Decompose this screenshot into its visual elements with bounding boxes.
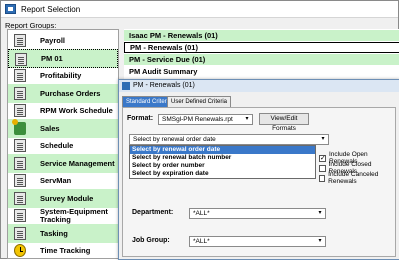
report-item[interactable]: Isaac PM - Renewals (01): [124, 30, 399, 41]
chevron-down-icon: ▾: [245, 116, 249, 122]
tab-user-defined-criteria[interactable]: User Defined Criteria: [167, 96, 232, 107]
report-group-label: PM 01: [41, 53, 63, 63]
report-group-label: Payroll: [40, 36, 66, 45]
sort-option[interactable]: Select by renewal order date: [130, 146, 315, 154]
report-group-label: Purchase Orders: [40, 88, 101, 98]
people-icon: [12, 118, 26, 135]
pm-renewals-dialog: PM - Renewals (01) Standard Criteria Use…: [118, 79, 399, 260]
checkbox-icon: [319, 174, 326, 182]
chevron-down-icon: ▾: [318, 210, 322, 216]
report-group-item[interactable]: Tasking: [8, 223, 118, 243]
report-group-item[interactable]: System-Equipment Tracking: [8, 206, 118, 225]
sort-option[interactable]: Select by order number: [130, 162, 315, 170]
criteria-panel: Format: SMSgl-PM Renewals.rpt ▾ View/Edi…: [122, 107, 396, 257]
sort-option[interactable]: Select by renewal batch number: [130, 154, 315, 162]
department-select[interactable]: *ALL* ▾: [189, 208, 326, 219]
clock-icon: [14, 244, 26, 257]
report-group-label: System-Equipment Tracking: [40, 206, 108, 224]
report-group-item[interactable]: RPM Work Schedule: [8, 101, 118, 120]
report-groups-list[interactable]: Payroll PM 01 Profitability Purchase Orders…: [7, 29, 119, 259]
dialog-title: PM - Renewals (01): [133, 82, 195, 89]
report-group-label: ServMan: [40, 176, 72, 185]
report-selection-window: Report Selection Report Groups: Payroll P…: [0, 0, 399, 260]
document-icon: [14, 69, 26, 82]
include-canceled-renewals-checkbox[interactable]: Include Canceled Renewals: [319, 171, 395, 185]
view-edit-formats-button[interactable]: View/Edit Formats: [259, 113, 309, 132]
report-group-label: Tasking: [40, 228, 68, 238]
job-group-value: *ALL*: [193, 238, 210, 245]
sort-option[interactable]: Select by expiration date: [130, 170, 315, 178]
document-icon: [14, 156, 26, 170]
document-icon: [14, 86, 26, 100]
department-label: Department:: [132, 209, 174, 216]
document-icon: [15, 52, 27, 66]
job-group-select[interactable]: *ALL* ▾: [189, 236, 326, 247]
sort-by-value: Select by renewal order date: [133, 136, 216, 143]
window-title: Report Selection: [21, 5, 81, 14]
title-bar: Report Selection: [1, 1, 398, 18]
app-icon: [5, 4, 16, 14]
format-select[interactable]: SMSgl-PM Renewals.rpt ▾: [158, 114, 253, 125]
document-icon: [14, 104, 26, 117]
document-icon: [14, 191, 26, 205]
dialog-title-bar: PM - Renewals (01): [119, 80, 399, 92]
job-group-label: Job Group:: [132, 237, 170, 244]
report-group-label: Sales: [40, 123, 60, 133]
report-item[interactable]: PM - Service Due (01): [124, 54, 399, 65]
report-group-item[interactable]: ServMan: [8, 171, 118, 190]
report-group-item[interactable]: Profitability: [8, 66, 118, 85]
dialog-icon: [122, 82, 130, 90]
report-group-item[interactable]: Schedule: [8, 136, 118, 155]
report-group-item[interactable]: Payroll: [8, 31, 118, 50]
report-group-label: Service Management: [40, 158, 115, 168]
document-icon: [14, 139, 26, 152]
document-icon: [14, 34, 26, 47]
report-group-item[interactable]: Time Tracking: [8, 241, 118, 260]
reports-list[interactable]: Isaac PM - Renewals (01) PM - Renewals (0…: [124, 29, 399, 79]
document-icon: [14, 174, 26, 187]
sort-by-dropdown-list: Select by renewal order date Select by r…: [129, 145, 316, 179]
report-item[interactable]: PM - Renewals (01): [124, 42, 399, 53]
report-group-label: Time Tracking: [40, 246, 91, 255]
report-group-item[interactable]: Sales: [8, 118, 118, 138]
format-value: SMSgl-PM Renewals.rpt: [162, 116, 233, 123]
report-group-label: RPM Work Schedule: [40, 106, 113, 115]
document-icon: [14, 209, 26, 222]
chevron-down-icon: ▾: [321, 136, 325, 142]
report-group-item[interactable]: PM 01: [8, 48, 118, 68]
department-value: *ALL*: [193, 210, 210, 217]
report-group-label: Profitability: [40, 71, 82, 80]
report-group-item[interactable]: Survey Module: [8, 188, 118, 208]
chevron-down-icon: ▾: [318, 238, 322, 244]
report-group-label: Survey Module: [40, 193, 94, 203]
report-group-item[interactable]: Service Management: [8, 153, 118, 173]
report-item[interactable]: PM Audit Summary: [124, 66, 399, 77]
sort-by-select[interactable]: Select by renewal order date ▾: [129, 134, 329, 145]
report-group-label: Schedule: [40, 141, 74, 150]
format-label: Format:: [127, 115, 154, 122]
checkbox-label: Include Canceled Renewals: [328, 171, 379, 185]
report-group-item[interactable]: Purchase Orders: [8, 83, 118, 103]
document-icon: [14, 226, 26, 240]
